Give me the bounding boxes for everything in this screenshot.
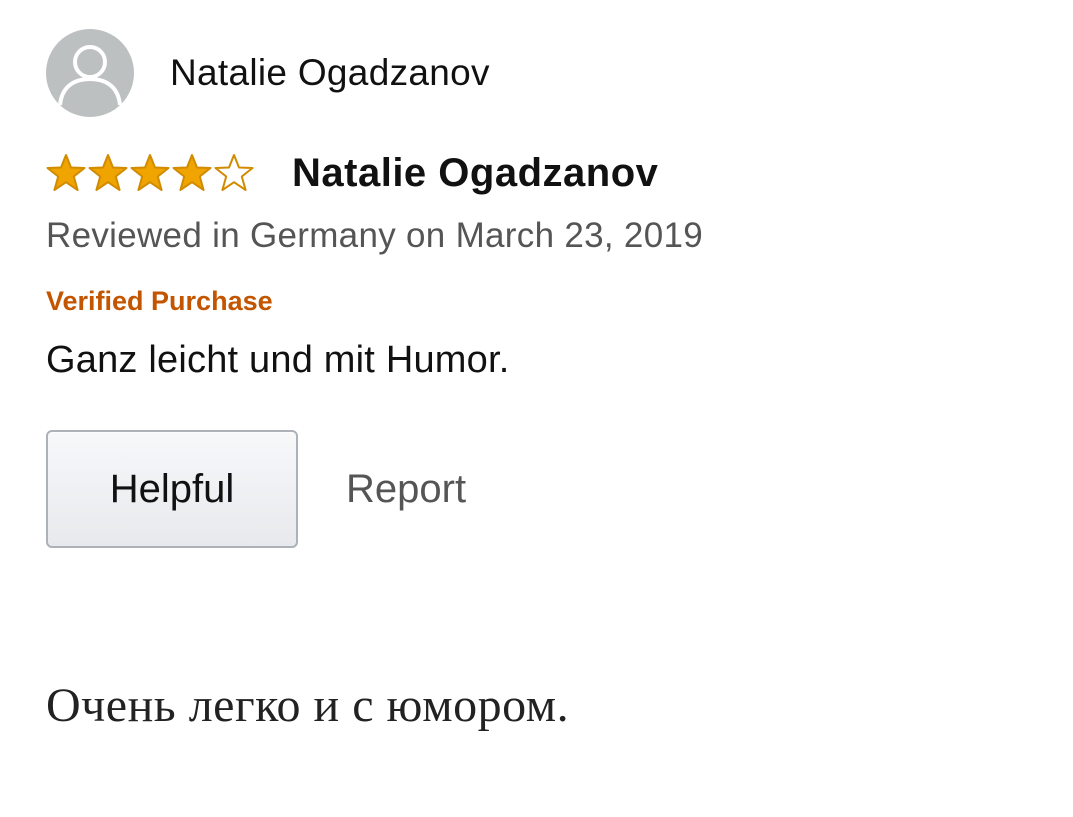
review-date: Reviewed in Germany on March 23, 2019: [46, 216, 703, 255]
star-filled-icon: [88, 154, 128, 191]
translation-caption: Очень легко и с юмором.: [46, 679, 570, 732]
review-card: Natalie Ogadzanov Natalie Ogadzanov Revi…: [46, 28, 1026, 548]
star-filled-icon: [130, 154, 170, 191]
review-actions: Helpful Report: [46, 430, 1026, 548]
star-rating[interactable]: [46, 153, 254, 193]
report-link[interactable]: Report: [346, 467, 466, 512]
review-text: Ganz leicht und mit Humor.: [46, 339, 510, 381]
verified-purchase-badge: Verified Purchase: [46, 286, 273, 316]
user-silhouette-icon: [58, 45, 122, 106]
user-avatar-icon: [46, 29, 134, 117]
reviewer-profile[interactable]: Natalie Ogadzanov: [46, 28, 1026, 118]
helpful-button[interactable]: Helpful: [46, 430, 298, 548]
star-empty-icon: [214, 154, 254, 191]
star-filled-icon: [46, 154, 86, 191]
review-title[interactable]: Natalie Ogadzanov: [292, 151, 658, 196]
reviewer-name[interactable]: Natalie Ogadzanov: [170, 52, 490, 94]
rating-row: Natalie Ogadzanov: [46, 148, 1026, 198]
star-filled-icon: [172, 154, 212, 191]
